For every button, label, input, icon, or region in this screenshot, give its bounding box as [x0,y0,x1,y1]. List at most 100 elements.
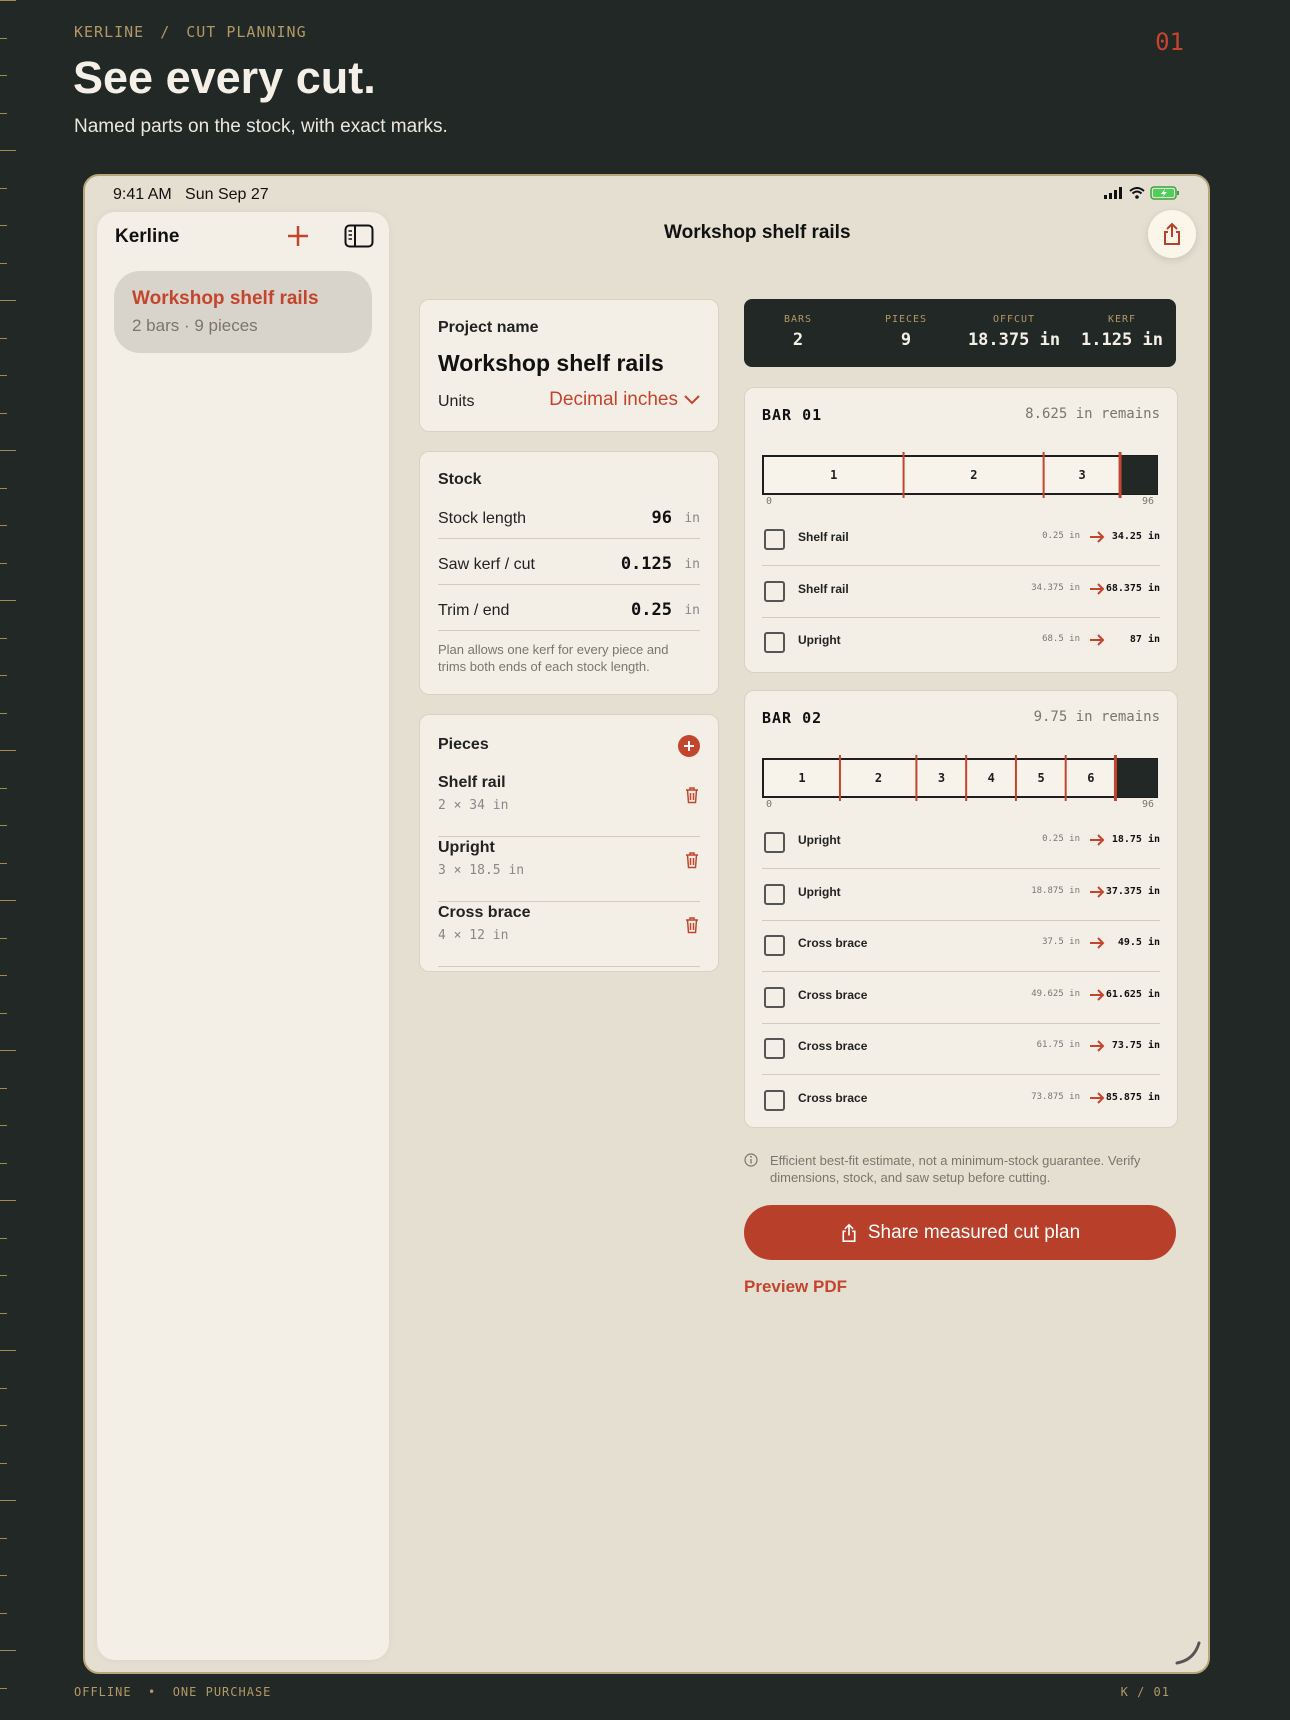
trash-icon[interactable] [684,786,700,804]
cut-to: 85.875 in [1105,1091,1160,1103]
cut-to: 68.375 in [1105,582,1160,594]
piece-row[interactable]: Shelf rail 2 × 34 in [438,772,700,837]
info-icon [744,1153,758,1167]
units-select[interactable]: Decimal inches [549,389,700,411]
preview-pdf-link[interactable]: Preview PDF [744,1277,847,1297]
ruler-tick [0,600,16,601]
cut-row: Cross brace 73.875 in 85.875 in [762,1075,1160,1126]
ruler-tick [0,825,7,826]
arrow-right-icon [1090,582,1105,595]
status-icons [1104,186,1180,200]
sidebar-item-project[interactable]: Workshop shelf rails 2 bars · 9 pieces [114,271,372,353]
trim-end-input[interactable]: 0.25 [631,600,672,620]
stock-row-label: Saw kerf / cut [438,556,535,573]
ruler-tick [0,1125,7,1126]
offcut-region [1120,456,1157,494]
stock-length-input[interactable]: 96 [652,508,672,528]
stock-bar-diagram: 1 2 3 0 96 [762,452,1158,506]
units-value: Decimal inches [549,389,678,410]
summary-pieces-value: 9 [900,330,912,350]
ruler-tick [0,300,16,301]
cut-to: 18.75 in [1111,834,1160,845]
saw-kerf-input[interactable]: 0.125 [621,554,672,574]
ruler-tick [0,1162,7,1164]
page-number: 01 [1155,28,1184,56]
ruler-tick [0,1312,7,1314]
cut-checkbox[interactable] [764,935,785,956]
cut-checkbox[interactable] [764,529,785,550]
saw-kerf-row[interactable]: Saw kerf / cut 0.125 in [438,552,700,585]
cut-row: Cross brace 61.75 in 73.75 in [762,1023,1160,1075]
battery-icon [1150,186,1179,200]
arrow-right-icon [1090,988,1105,1001]
cut-row: Shelf rail 0.25 in 34.25 in [762,514,1160,566]
bar-title: BAR 02 [762,709,823,727]
share-button-label: Share measured cut plan [867,1221,1081,1243]
chevron-down-icon [684,395,700,405]
ruler-tick [0,450,16,451]
stock-length-row[interactable]: Stock length 96 in [438,506,700,539]
offcut-region [1115,759,1157,797]
scale-min-label: 0 [766,799,772,809]
bar-remains: 8.625 in remains [1025,406,1160,422]
add-piece-button[interactable] [678,735,700,757]
cut-to: 73.75 in [1111,1040,1160,1051]
share-cut-plan-button[interactable]: Share measured cut plan [744,1205,1176,1260]
segment-label: 3 [938,771,945,785]
stock-bar-outline [762,758,1158,798]
cut-checkbox[interactable] [764,986,785,1008]
stock-row-label: Trim / end [438,602,510,619]
ruler-tick [0,412,7,414]
piece-quantity: 4 × 12 in [438,928,509,943]
hero-title: See every cut. [73,52,376,103]
cut-checkbox[interactable] [764,580,785,602]
bar-card-2: BAR 02 9.75 in remains 1 2 3 4 5 6 0 96 Upright 0.2… [744,690,1178,1128]
cut-piece-name: Shelf rail [798,530,849,544]
pieces-title: Pieces [438,736,489,753]
segment-label: 3 [1078,468,1085,482]
cut-to: 37.375 in [1105,885,1160,897]
cut-piece-name: Upright [798,884,841,899]
segment-label: 1 [798,771,805,785]
cut-row: Cross brace 49.625 in 61.625 in [762,972,1160,1024]
cut-piece-name: Cross brace [798,987,868,1002]
add-icon[interactable] [284,222,312,250]
resize-handle-icon[interactable] [1174,1638,1202,1666]
cut-checkbox[interactable] [764,883,785,905]
project-card: Project name Workshop shelf rails Units … [419,299,719,432]
arrow-right-icon [1090,937,1105,949]
cut-checkbox[interactable] [764,1038,785,1059]
project-name-field[interactable]: Workshop shelf rails [438,350,664,377]
arrow-right-icon [1090,634,1105,646]
project-name-label: Project name [438,319,539,336]
sidebar-item-title: Workshop shelf rails [132,288,319,309]
piece-row[interactable]: Cross brace 4 × 12 in [438,902,700,967]
units-label: Units [438,393,475,410]
trash-icon[interactable] [684,851,700,869]
share-button-top[interactable] [1148,210,1196,258]
cut-from: 73.875 in [1031,1091,1080,1102]
segment-label: 5 [1037,771,1044,785]
cut-checkbox[interactable] [764,632,785,653]
cut-row: Upright 18.875 in 37.375 in [762,869,1160,921]
ruler-tick [0,1650,16,1651]
sidebar-toggle-icon[interactable] [344,224,374,248]
ruler-tick [0,1575,7,1576]
ruler-tick [0,1237,7,1239]
bar-card-1: BAR 01 8.625 in remains 1 2 3 0 96 Shelf rail 0.… [744,387,1178,673]
ruler-tick [0,112,7,114]
cut-row: Upright 68.5 in 87 in [762,617,1160,668]
cut-checkbox[interactable] [764,832,785,853]
piece-row[interactable]: Upright 3 × 18.5 in [438,837,700,902]
cut-checkbox[interactable] [764,1089,785,1111]
trim-end-row[interactable]: Trim / end 0.25 in [438,598,700,631]
ruler-tick [0,525,7,526]
cut-row: Shelf rail 34.375 in 68.375 in [762,566,1160,618]
ruler-tick [0,225,7,226]
ruler-tick [0,1350,16,1351]
ruler-tick [0,1087,7,1089]
summary-offcut: OFFCUT 18.375 in [960,299,1068,367]
trash-icon[interactable] [684,916,700,934]
ruler-tick [0,75,7,76]
arrow-right-icon [1090,1091,1105,1104]
